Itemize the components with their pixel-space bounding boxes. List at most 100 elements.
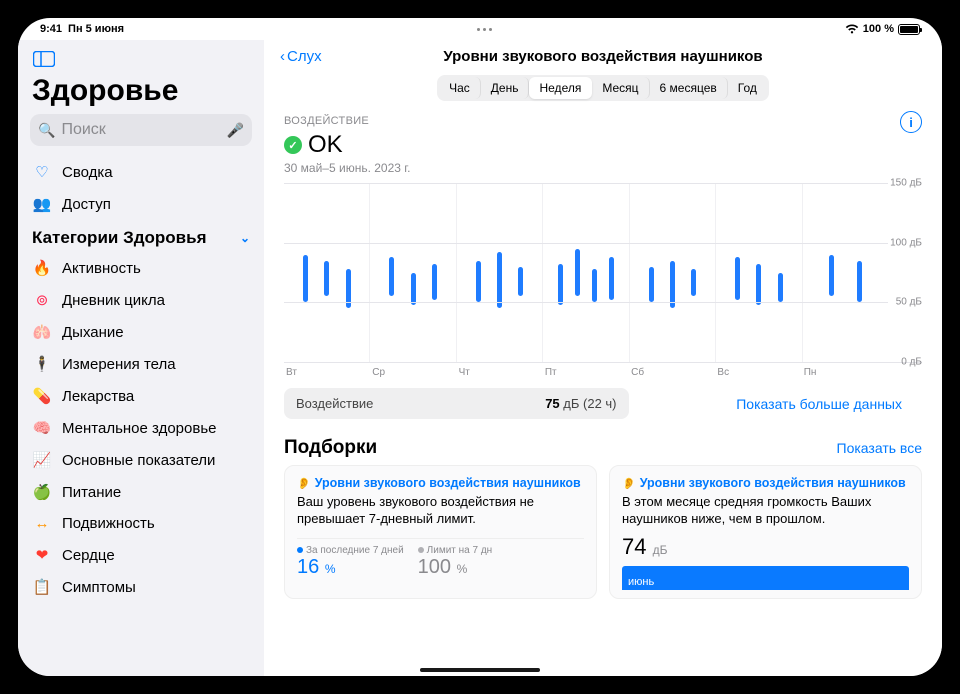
status-bar: 9:41 Пн 5 июня 100 % bbox=[18, 18, 942, 40]
sidebar: Здоровье 🔍 Поиск 🎤 ♡ Сводка 👥 Доступ Кат… bbox=[18, 40, 264, 676]
sidebar-toggle-icon[interactable] bbox=[30, 48, 58, 70]
chart-bar[interactable] bbox=[670, 261, 675, 309]
search-placeholder: Поиск bbox=[61, 121, 105, 139]
flame-icon: 🔥 bbox=[32, 259, 52, 277]
chart-bar[interactable] bbox=[518, 267, 523, 297]
vitals-icon: 📈 bbox=[32, 451, 52, 469]
month-bar: июнь bbox=[622, 566, 909, 590]
x-tick: Вс bbox=[715, 363, 801, 378]
sidebar-item-heart[interactable]: ❤Сердце bbox=[18, 539, 264, 571]
chart[interactable]: 150 дБ 100 дБ 50 дБ 0 дБ ВтСрЧтПтСбВсПн bbox=[264, 175, 942, 378]
chart-bar[interactable] bbox=[389, 257, 394, 296]
x-tick: Вт bbox=[284, 363, 370, 378]
show-all-link[interactable]: Показать все bbox=[837, 440, 922, 456]
sidebar-item-medications[interactable]: 💊Лекарства bbox=[18, 380, 264, 412]
sidebar-item-sharing[interactable]: 👥 Доступ bbox=[18, 188, 264, 220]
wifi-icon bbox=[845, 24, 859, 34]
cycle-icon: ⊚ bbox=[32, 291, 52, 309]
lungs-icon: 🫁 bbox=[32, 323, 52, 341]
chart-bar[interactable] bbox=[476, 261, 481, 303]
battery-icon bbox=[898, 24, 920, 35]
pills-icon: 💊 bbox=[32, 387, 52, 405]
x-tick: Пт bbox=[543, 363, 629, 378]
sidebar-item-respiratory[interactable]: 🫁Дыхание bbox=[18, 316, 264, 348]
segment-6 месяцев[interactable]: 6 месяцев bbox=[650, 77, 728, 99]
y-tick: 100 дБ bbox=[890, 237, 922, 248]
x-tick: Сб bbox=[629, 363, 715, 378]
x-tick: Чт bbox=[457, 363, 543, 378]
segment-Неделя[interactable]: Неделя bbox=[529, 77, 592, 99]
info-button[interactable]: i bbox=[900, 111, 922, 133]
chart-bar[interactable] bbox=[756, 264, 761, 305]
ear-icon: 👂 bbox=[622, 477, 636, 490]
sidebar-item-mobility[interactable]: ↔Подвижность bbox=[18, 508, 264, 539]
show-more-data-link[interactable]: Показать больше данных bbox=[736, 396, 902, 412]
chart-bar[interactable] bbox=[324, 261, 329, 297]
status-date: Пн 5 июня bbox=[68, 23, 124, 35]
x-tick: Пн bbox=[802, 363, 888, 378]
sidebar-section-header[interactable]: Категории Здоровья ⌄ bbox=[18, 220, 264, 252]
dictate-icon[interactable]: 🎤 bbox=[227, 122, 244, 139]
apple-icon: 🍏 bbox=[32, 483, 52, 501]
main-content: ‹ Слух Уровни звукового воздействия науш… bbox=[264, 40, 942, 676]
exposure-label: ВОЗДЕЙСТВИЕ bbox=[284, 115, 369, 127]
heart-outline-icon: ♡ bbox=[32, 163, 52, 181]
chart-bar[interactable] bbox=[649, 267, 654, 303]
sidebar-item-label: Доступ bbox=[62, 196, 111, 213]
chart-bar[interactable] bbox=[829, 255, 834, 297]
status-ok-icon: ✓ bbox=[284, 136, 302, 154]
chart-bar[interactable] bbox=[609, 257, 614, 300]
chevron-down-icon: ⌄ bbox=[240, 231, 250, 245]
status-time: 9:41 bbox=[40, 23, 62, 35]
date-range: 30 май–5 июнь. 2023 г. bbox=[284, 161, 411, 175]
ear-icon: 👂 bbox=[297, 477, 311, 490]
people-icon: 👥 bbox=[32, 195, 52, 213]
time-range-segmented[interactable]: ЧасДеньНеделяМесяц6 месяцевГод bbox=[437, 75, 769, 101]
home-indicator[interactable] bbox=[420, 668, 540, 672]
chart-bar[interactable] bbox=[411, 273, 416, 305]
status-text: OK bbox=[308, 131, 343, 159]
chart-bar[interactable] bbox=[691, 269, 696, 296]
sidebar-item-body[interactable]: 🕴Измерения тела bbox=[18, 348, 264, 380]
brain-icon: 🧠 bbox=[32, 419, 52, 437]
sidebar-item-symptoms[interactable]: 📋Симптомы bbox=[18, 571, 264, 603]
sidebar-item-summary[interactable]: ♡ Сводка bbox=[18, 156, 264, 188]
clipboard-icon: 📋 bbox=[32, 578, 52, 596]
chart-bar[interactable] bbox=[857, 261, 862, 303]
sidebar-item-nutrition[interactable]: 🍏Питание bbox=[18, 476, 264, 508]
body-icon: 🕴 bbox=[32, 355, 52, 373]
segment-Час[interactable]: Час bbox=[439, 77, 481, 99]
mobility-icon: ↔ bbox=[32, 515, 52, 532]
sidebar-item-vitals[interactable]: 📈Основные показатели bbox=[18, 444, 264, 476]
y-tick: 0 дБ bbox=[901, 357, 922, 368]
y-tick: 50 дБ bbox=[896, 297, 922, 308]
segment-Месяц[interactable]: Месяц bbox=[592, 77, 649, 99]
sidebar-item-activity[interactable]: 🔥Активность bbox=[18, 252, 264, 284]
heart-icon: ❤ bbox=[32, 546, 52, 564]
segment-Год[interactable]: Год bbox=[728, 77, 767, 99]
chart-bar[interactable] bbox=[592, 269, 597, 302]
highlight-card-2[interactable]: 👂Уровни звукового воздействия наушников … bbox=[609, 465, 922, 599]
segment-День[interactable]: День bbox=[481, 77, 530, 99]
highlights-title: Подборки bbox=[284, 437, 377, 459]
chart-bar[interactable] bbox=[432, 264, 437, 300]
multitask-dots[interactable] bbox=[477, 28, 492, 31]
chart-bar[interactable] bbox=[575, 249, 580, 297]
exposure-stat-pill[interactable]: Воздействие 75 дБ (22 ч) bbox=[284, 388, 629, 419]
chart-bar[interactable] bbox=[778, 273, 783, 303]
page-title: Уровни звукового воздействия наушников bbox=[264, 48, 942, 65]
sidebar-item-cycle[interactable]: ⊚Дневник цикла bbox=[18, 284, 264, 316]
chart-bar[interactable] bbox=[303, 255, 308, 303]
app-title: Здоровье bbox=[32, 74, 250, 108]
x-tick: Ср bbox=[370, 363, 456, 378]
sidebar-item-mental[interactable]: 🧠Ментальное здоровье bbox=[18, 412, 264, 444]
search-icon: 🔍 bbox=[38, 122, 55, 139]
sidebar-item-label: Сводка bbox=[62, 164, 113, 181]
highlight-card-1[interactable]: 👂Уровни звукового воздействия наушников … bbox=[284, 465, 597, 599]
chart-bar[interactable] bbox=[497, 252, 502, 308]
chart-bar[interactable] bbox=[735, 257, 740, 300]
battery-percent: 100 % bbox=[863, 23, 894, 35]
y-tick: 150 дБ bbox=[890, 178, 922, 189]
chart-bar[interactable] bbox=[558, 264, 563, 305]
search-input[interactable]: 🔍 Поиск 🎤 bbox=[30, 114, 252, 146]
